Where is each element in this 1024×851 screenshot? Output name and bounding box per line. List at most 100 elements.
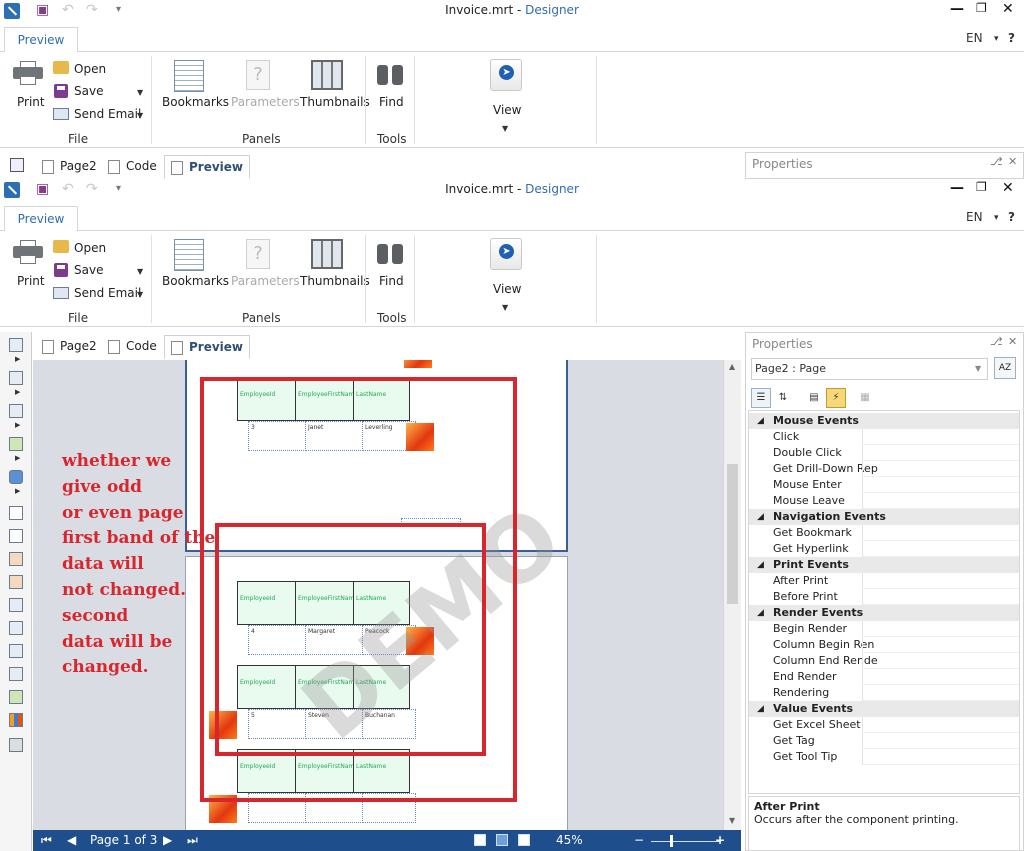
property-value[interactable]: [862, 637, 1019, 653]
sort-alphabetical-icon[interactable]: AZ: [994, 357, 1016, 379]
property-row[interactable]: Column End Rende: [749, 653, 1019, 669]
property-category[interactable]: ◢ Value Events: [749, 701, 1019, 717]
property-row[interactable]: Before Print: [749, 589, 1019, 605]
collapse-icon[interactable]: ◢: [757, 605, 764, 621]
toolbox-icon[interactable]: [10, 158, 24, 172]
view-icon[interactable]: ➤: [490, 238, 522, 270]
multi-page-view-button[interactable]: [518, 834, 530, 846]
zoom-slider[interactable]: [651, 841, 721, 842]
expand-icon[interactable]: ▶: [15, 355, 20, 363]
language-selector[interactable]: EN: [966, 210, 983, 224]
view-icon[interactable]: ➤: [490, 59, 522, 91]
image-icon[interactable]: [9, 437, 23, 451]
property-row[interactable]: Get Excel Sheet: [749, 717, 1019, 733]
property-row[interactable]: Double Click: [749, 445, 1019, 461]
open-button[interactable]: Open: [74, 62, 106, 76]
tab-preview[interactable]: Preview: [4, 27, 78, 53]
property-row[interactable]: Mouse Enter: [749, 477, 1019, 493]
collapse-icon[interactable]: ◢: [757, 413, 764, 429]
save-dropdown-icon[interactable]: ▼: [137, 88, 143, 97]
property-row[interactable]: Get Hyperlink: [749, 541, 1019, 557]
bookmarks-button[interactable]: Bookmarks: [162, 95, 229, 109]
send-email-dropdown-icon[interactable]: ▼: [137, 111, 143, 120]
property-row[interactable]: Get Tool Tip: [749, 749, 1019, 765]
panel-icon[interactable]: [9, 598, 23, 612]
tab-page2[interactable]: Page2: [42, 157, 97, 177]
alphabetical-icon[interactable]: ⇅: [773, 388, 793, 408]
chart-icon[interactable]: [9, 713, 23, 727]
single-page-view-button[interactable]: [474, 834, 486, 846]
language-selector[interactable]: EN: [966, 31, 983, 45]
clone-icon[interactable]: [9, 621, 23, 635]
continuous-view-button[interactable]: [496, 834, 508, 846]
expand-icon[interactable]: ▶: [15, 487, 20, 495]
scroll-up-icon[interactable]: ▲: [729, 362, 735, 371]
property-row[interactable]: Get Drill-Down Rep: [749, 461, 1019, 477]
property-category[interactable]: ◢ Navigation Events: [749, 509, 1019, 525]
prev-page-icon[interactable]: ◀: [67, 833, 76, 847]
scroll-down-icon[interactable]: ▼: [729, 816, 735, 825]
zoom-in-button[interactable]: +: [715, 833, 725, 847]
restore-icon[interactable]: ❐: [976, 180, 987, 194]
view-dropdown-icon[interactable]: ▼: [502, 303, 508, 312]
tab-preview-doc[interactable]: Preview: [164, 335, 251, 359]
parameters-button[interactable]: Parameters: [231, 274, 300, 288]
rich-text-icon[interactable]: [9, 529, 23, 543]
close-panel-icon[interactable]: ✕: [1008, 155, 1017, 168]
cross-band-icon[interactable]: [9, 404, 23, 418]
property-value[interactable]: [862, 717, 1019, 733]
property-value[interactable]: [862, 493, 1019, 509]
pin-icon[interactable]: ⎇: [990, 155, 1003, 168]
text-in-cells-icon[interactable]: [9, 575, 23, 589]
property-value[interactable]: [862, 669, 1019, 685]
printer-icon[interactable]: [13, 240, 43, 264]
minimize-icon[interactable]: —: [950, 1, 964, 17]
chevron-down-icon[interactable]: ▾: [994, 34, 999, 44]
send-email-button[interactable]: Send Email: [74, 286, 141, 300]
property-value[interactable]: [862, 461, 1019, 477]
next-page-icon[interactable]: ▶: [163, 833, 172, 847]
text-icon[interactable]: [9, 506, 23, 520]
vertical-scrollbar[interactable]: ▲ ▼: [723, 360, 741, 830]
form-icon[interactable]: [9, 667, 23, 681]
property-value[interactable]: [862, 429, 1019, 445]
component-selector[interactable]: Page2 : Page: [751, 358, 988, 380]
property-row[interactable]: Begin Render: [749, 621, 1019, 637]
bookmarks-button[interactable]: Bookmarks: [162, 274, 229, 288]
restore-icon[interactable]: ❐: [976, 1, 987, 15]
minimize-icon[interactable]: —: [950, 180, 964, 196]
pin-icon[interactable]: ⎇: [990, 335, 1003, 348]
zoom-out-button[interactable]: −: [634, 833, 644, 847]
first-page-icon[interactable]: ⏮: [41, 833, 52, 848]
collapse-icon[interactable]: ◢: [757, 701, 764, 717]
expand-icon[interactable]: ▶: [15, 421, 20, 429]
chevron-down-icon[interactable]: ▼: [975, 364, 981, 373]
property-value[interactable]: [862, 445, 1019, 461]
property-value[interactable]: [862, 477, 1019, 493]
parameters-button[interactable]: Parameters: [231, 95, 300, 109]
help-icon[interactable]: ?: [1008, 31, 1015, 45]
property-category[interactable]: ◢ Render Events: [749, 605, 1019, 621]
property-value[interactable]: [862, 621, 1019, 637]
close-panel-icon[interactable]: ✕: [1008, 335, 1017, 348]
property-row[interactable]: Get Bookmark: [749, 525, 1019, 541]
property-row[interactable]: Get Tag: [749, 733, 1019, 749]
printer-icon[interactable]: [13, 61, 43, 85]
property-row[interactable]: Mouse Leave: [749, 493, 1019, 509]
puzzle-icon[interactable]: [9, 470, 23, 484]
collapse-icon[interactable]: ◢: [757, 557, 764, 573]
find-button[interactable]: Find: [379, 95, 404, 109]
expand-icon[interactable]: ▶: [15, 388, 20, 396]
property-row[interactable]: After Print: [749, 573, 1019, 589]
events-lightning-icon[interactable]: ⚡: [826, 388, 846, 408]
close-icon[interactable]: ✕: [1002, 180, 1014, 196]
property-value[interactable]: [862, 685, 1019, 701]
dictionary-icon[interactable]: ▦: [855, 388, 875, 408]
property-value[interactable]: [862, 589, 1019, 605]
property-row[interactable]: Column Begin Ren: [749, 637, 1019, 653]
send-email-button[interactable]: Send Email: [74, 107, 141, 121]
close-icon[interactable]: ✕: [1002, 1, 1014, 17]
label-icon[interactable]: [9, 552, 23, 566]
find-button[interactable]: Find: [379, 274, 404, 288]
tab-preview-doc[interactable]: Preview: [164, 155, 251, 179]
